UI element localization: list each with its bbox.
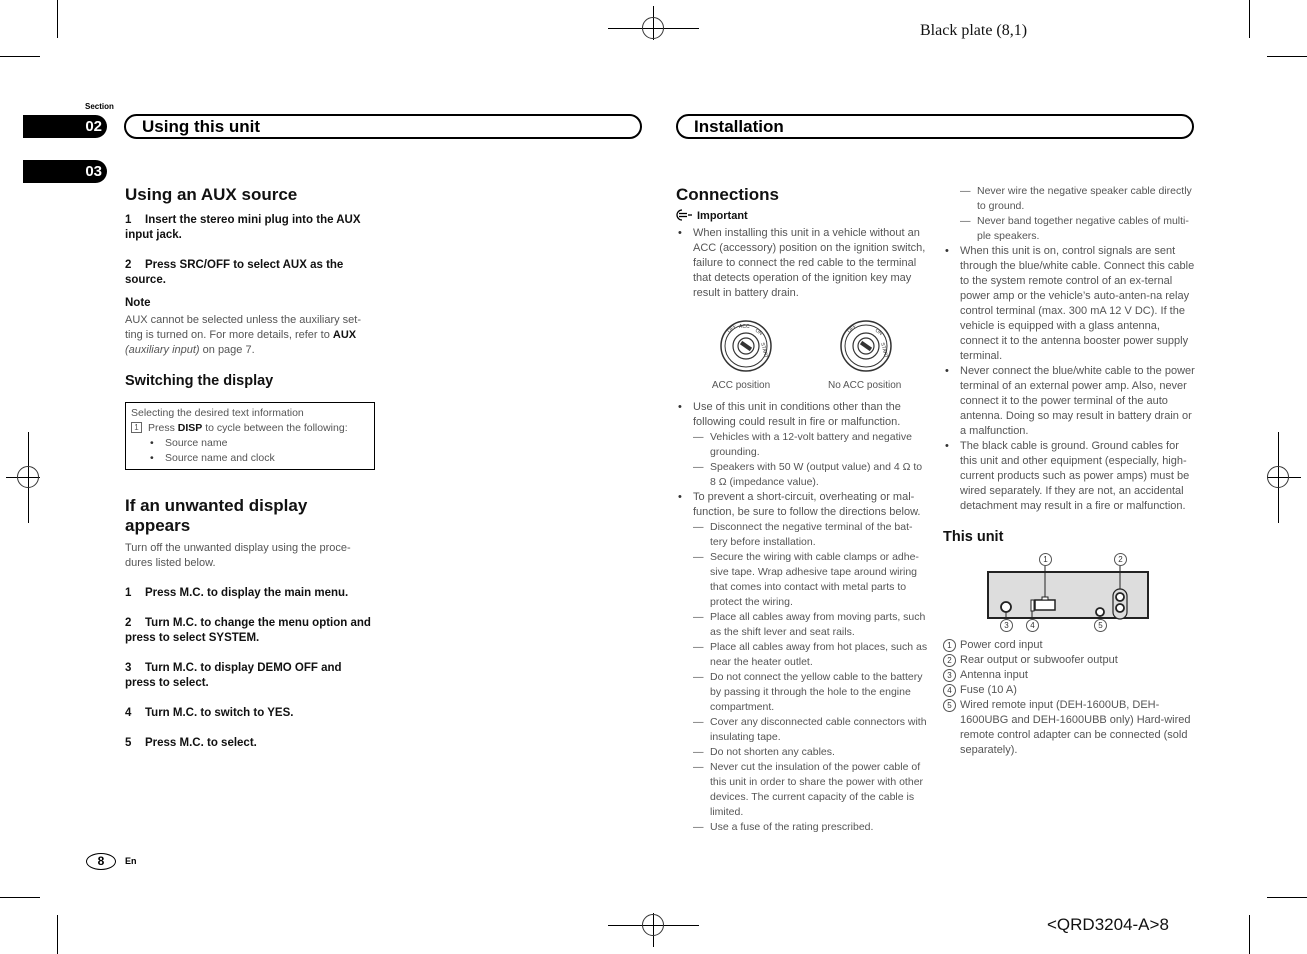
unwanted-step-1: 1 Press M.C. to display the main menu. [125,587,349,599]
section-title-right: Installation [676,114,1194,139]
bullet-ground: The black cable is ground. Ground cables… [943,439,1195,514]
direction-item: Never cut the insulation of the power ca… [693,760,928,820]
important-icon [676,209,694,226]
unwanted-intro: Turn off the unwanted display using the … [125,542,351,569]
callout-4: 4 [1026,618,1039,633]
section-tab-02[interactable]: 02 [23,115,107,138]
this-unit-heading: This unit [943,529,1004,545]
crop-mark [57,0,58,38]
aux-step-1: 1 Insert the stereo mini plug into the AU… [125,214,361,241]
note-title: Note [125,297,151,309]
speaker-item: Never wire the negative speaker cable di… [960,184,1195,214]
svg-text:START: START [759,342,769,359]
crop-mark [1249,915,1250,954]
condition-item: Speakers with 50 W (output value) and 4 … [693,460,928,490]
svg-text:OFF: OFF [846,324,858,335]
important-label: Important [676,209,928,226]
unwanted-step-3: 3 Turn M.C. to display DEMO OFF and press… [125,662,342,689]
condition-item: Vehicles with a 12-volt battery and nega… [693,430,928,460]
callout-5: 5 [1094,618,1107,633]
direction-item: Do not connect the yellow cable to the b… [693,670,928,715]
direction-item: Do not shorten any cables. [693,745,928,760]
unit-rear-diagram: 1 2 3 4 5 [943,552,1195,636]
box-item: Source name [148,436,369,451]
svg-text:OFF: OFF [726,324,738,335]
crop-mark [1267,56,1307,57]
page-number: 8 [86,853,116,870]
unit-legend: 1 Power cord input 2 Rear output or subwoo… [943,638,1195,758]
speaker-item: Never band together negative cables of m… [960,214,1195,244]
language-label: En [125,856,137,866]
direction-item: Place all cables away from hot places, s… [693,640,928,670]
svg-text:ON: ON [754,328,764,337]
direction-item: Place all cables away from moving parts,… [693,610,928,640]
ignition-figures: OFF ACC ON START ACC position OFF ON STA… [676,301,928,396]
left-column: Using an AUX source 1 Insert the stereo m… [125,185,375,751]
ignition-switch-acc-icon: OFF ACC ON START [720,320,772,372]
box-item: Source name and clock [148,451,369,466]
figure-caption: ACC position [711,380,771,391]
unwanted-step-2: 2 Turn M.C. to change the menu option and… [125,617,371,644]
unwanted-display-heading: If an unwanted display appears [125,496,308,535]
figure-acc: OFF ACC ON START ACC position [712,319,774,393]
connections-column: Connections Important When installing th… [676,185,928,835]
legend-item: 3 Antenna input [943,668,1195,683]
crop-mark [1267,897,1307,898]
section-title-text: Using this unit [142,116,261,136]
plate-label: Black plate (8,1) [920,22,1028,39]
crop-mark [0,897,40,898]
bullet-never-connect: Never connect the blue/white cable to th… [943,364,1195,439]
legend-item: 2 Rear output or subwoofer output [943,653,1195,668]
right-column: Never wire the negative speaker cable di… [943,184,1195,758]
figure-no-acc: OFF ON START No ACC position [828,319,901,393]
svg-text:ON: ON [874,328,884,337]
callout-2: 2 [1114,552,1127,567]
unwanted-step-4: 4 Turn M.C. to switch to YES. [125,707,294,719]
note-text: AUX cannot be selected unless the auxili… [125,314,362,356]
svg-text:ACC: ACC [739,324,750,330]
callout-1: 1 [1039,552,1052,567]
switching-display-heading: Switching the display [125,373,274,389]
bullet-blue-white: When this unit is on, control signals ar… [943,244,1195,364]
direction-item: Secure the wiring with cable clamps or a… [693,550,928,610]
section-label: Section [85,102,114,111]
crop-mark [1249,0,1250,38]
ignition-switch-no-acc-icon: OFF ON START [840,320,892,372]
direction-item: Use a fuse of the rating prescribed. [693,820,928,835]
display-info-box: Selecting the desired text information 1… [125,402,375,470]
legend-item: 1 Power cord input [943,638,1195,653]
box-heading: Selecting the desired text information [131,407,304,419]
connections-heading: Connections [676,185,779,204]
box-step: 1 Press DISP to cycle between the followi… [131,421,369,436]
bullet-prevent: To prevent a short-circuit, overheating … [676,490,928,520]
crop-mark [0,56,40,57]
aux-step-2: 2 Press SRC/OFF to select AUX as the sour… [125,259,344,286]
conditions-list: Vehicles with a 12-volt battery and nega… [676,430,928,490]
legend-item: 4 Fuse (10 A) [943,683,1195,698]
svg-text:START: START [879,342,889,359]
section-title-left: Using this unit [124,114,642,139]
crop-mark [57,915,58,954]
document-code: <QRD3204-A>8 [1047,915,1169,934]
speaker-cable-list: Never wire the negative speaker cable di… [943,184,1195,244]
unit-rear-panel-icon [987,566,1149,620]
directions-list: Disconnect the negative terminal of the … [676,520,928,835]
unwanted-step-5: 5 Press M.C. to select. [125,737,257,749]
figure-caption: No ACC position [828,380,902,391]
bullet-acc-warning: When installing this unit in a vehicle w… [676,226,928,301]
bullet-conditions: Use of this unit in conditions other tha… [676,400,928,430]
aux-heading: Using an AUX source [125,185,298,204]
callout-3: 3 [1000,618,1013,633]
direction-item: Disconnect the negative terminal of the … [693,520,928,550]
section-tab-03[interactable]: 03 [23,160,107,183]
direction-item: Cover any disconnected cable connectors … [693,715,928,745]
legend-item: 5 Wired remote input (DEH-1600UB, DEH-160… [943,698,1195,758]
section-title-text: Installation [694,116,784,136]
